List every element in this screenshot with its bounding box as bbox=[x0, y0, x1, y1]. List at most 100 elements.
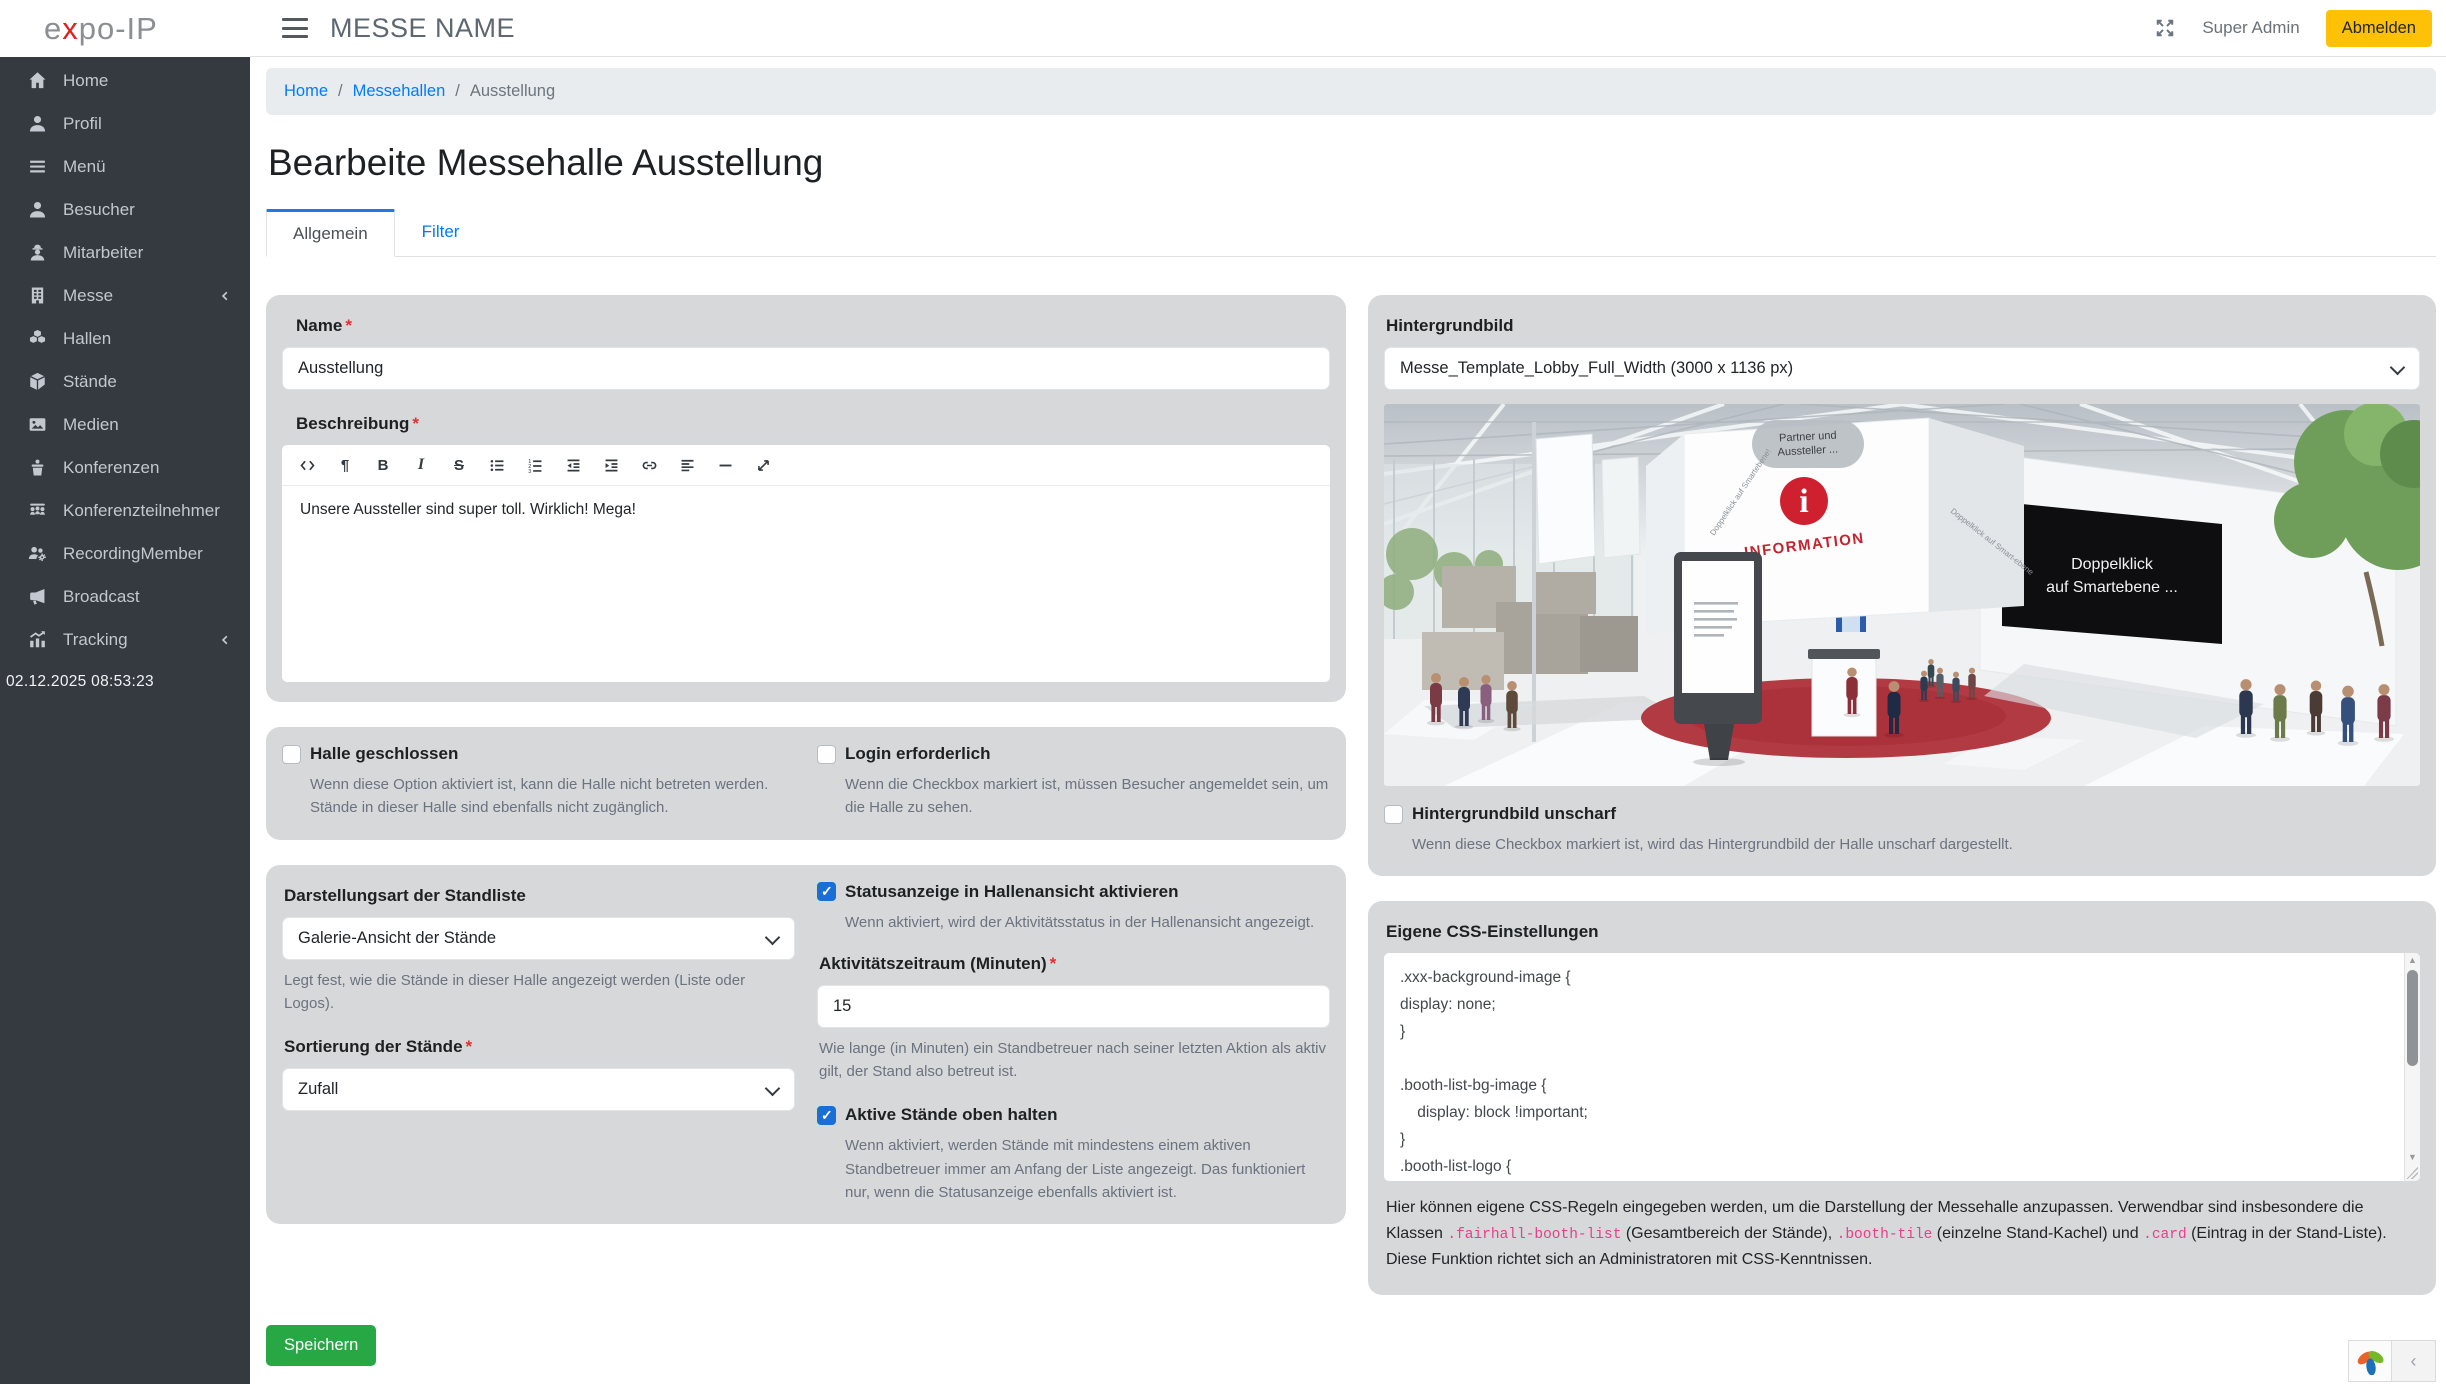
app-root: expo-IP Home Profil Menü Besucher Mitarb… bbox=[0, 0, 2446, 1384]
cube-icon bbox=[27, 371, 48, 392]
sidebar-item-staende[interactable]: Stände bbox=[0, 360, 250, 403]
align-left-icon[interactable] bbox=[672, 452, 702, 478]
fullscreen-icon[interactable] bbox=[2154, 17, 2176, 39]
worker-icon bbox=[27, 242, 48, 263]
chat-widget-button[interactable] bbox=[2348, 1340, 2392, 1382]
sidebar-item-profil[interactable]: Profil bbox=[0, 102, 250, 145]
statusanzeige-help: Wenn aktiviert, wird der Aktivitätsstatu… bbox=[845, 911, 1330, 934]
chat-widget-collapse-button[interactable]: ‹ bbox=[2392, 1340, 2436, 1382]
sidebar-item-messe[interactable]: Messe bbox=[0, 274, 250, 317]
tab-filter[interactable]: Filter bbox=[395, 209, 487, 256]
svg-text:i: i bbox=[1799, 483, 1808, 520]
code-fairhall-booth-list: .fairhall-booth-list bbox=[1447, 1227, 1621, 1243]
statusanzeige-checkbox[interactable]: Statusanzeige in Hallenansicht aktiviere… bbox=[817, 882, 1330, 902]
required-asterisk: * bbox=[345, 316, 352, 335]
brand-logo[interactable]: expo-IP bbox=[0, 0, 250, 57]
scroll-down-icon[interactable]: ▼ bbox=[2405, 1150, 2420, 1165]
italic-icon[interactable]: I bbox=[406, 452, 436, 478]
sidebar-item-besucher[interactable]: Besucher bbox=[0, 188, 250, 231]
sidebar-nav: Home Profil Menü Besucher Mitarbeiter Me… bbox=[0, 57, 250, 661]
unscharf-checkbox[interactable]: Hintergrundbild unscharf bbox=[1384, 804, 2420, 824]
svg-text:Doppelklick: Doppelklick bbox=[2071, 556, 2154, 573]
bold-icon[interactable]: B bbox=[368, 452, 398, 478]
strikethrough-icon[interactable]: S bbox=[444, 452, 474, 478]
editor-toolbar: ¶ B I S 123 bbox=[282, 445, 1330, 486]
sidebar: expo-IP Home Profil Menü Besucher Mitarb… bbox=[0, 0, 250, 1384]
sidebar-item-konferenzen[interactable]: Konferenzen bbox=[0, 446, 250, 489]
breadcrumb-home[interactable]: Home bbox=[284, 82, 328, 101]
checkbox-unchecked[interactable] bbox=[282, 745, 301, 764]
sortierung-label: Sortierung der Stände* bbox=[284, 1037, 795, 1057]
user-role-label: Super Admin bbox=[2202, 18, 2299, 38]
svg-text:3: 3 bbox=[528, 469, 531, 474]
hintergrundbild-label: Hintergrundbild bbox=[1386, 316, 2420, 336]
app-title: MESSE NAME bbox=[330, 13, 515, 44]
sortierung-select[interactable] bbox=[282, 1068, 795, 1111]
aktivitaetszeitraum-input[interactable] bbox=[817, 985, 1330, 1028]
unordered-list-icon[interactable] bbox=[482, 452, 512, 478]
chat-widget: ‹ bbox=[2348, 1340, 2436, 1382]
user-icon bbox=[27, 113, 48, 134]
scrollbar[interactable]: ▲ ▼ bbox=[2404, 953, 2420, 1181]
indent-icon[interactable] bbox=[596, 452, 626, 478]
card-hintergrundbild: Hintergrundbild bbox=[1368, 295, 2436, 876]
smartscreen bbox=[2002, 502, 2222, 644]
chart-icon bbox=[27, 629, 48, 650]
hintergrundbild-select[interactable] bbox=[1384, 347, 2420, 390]
halle-geschlossen-help: Wenn diese Option aktiviert ist, kann di… bbox=[310, 773, 795, 820]
checkbox-unchecked[interactable] bbox=[1384, 805, 1403, 824]
login-erforderlich-checkbox[interactable]: Login erforderlich bbox=[817, 744, 1330, 764]
bars-icon bbox=[27, 156, 48, 177]
hamburger-menu-icon[interactable] bbox=[282, 18, 308, 38]
hintergrundbild-preview-image: Doppelklick auf Smartebene ... Partner u… bbox=[1384, 404, 2420, 786]
horizontal-rule-icon[interactable] bbox=[710, 452, 740, 478]
boxes-icon bbox=[27, 328, 48, 349]
megaphone-icon bbox=[27, 586, 48, 607]
tab-allgemein[interactable]: Allgemein bbox=[266, 209, 395, 257]
sidebar-item-hallen[interactable]: Hallen bbox=[0, 317, 250, 360]
butterfly-logo-icon bbox=[2356, 1347, 2384, 1375]
chevron-left-icon bbox=[218, 633, 232, 647]
image-icon bbox=[27, 414, 48, 435]
sidebar-item-recordingmember[interactable]: RecordingMember bbox=[0, 532, 250, 575]
brand-x: x bbox=[62, 11, 79, 46]
css-label: Eigene CSS-Einstellungen bbox=[1386, 922, 2420, 942]
darstellungsart-select[interactable] bbox=[282, 917, 795, 960]
fullscreen-icon[interactable] bbox=[748, 452, 778, 478]
breadcrumb-messehallen[interactable]: Messehallen bbox=[353, 82, 446, 101]
name-input[interactable] bbox=[282, 347, 1330, 390]
chevron-left-icon bbox=[218, 289, 232, 303]
main-content: Home / Messehallen / Ausstellung Bearbei… bbox=[250, 58, 2446, 1384]
ordered-list-icon[interactable]: 123 bbox=[520, 452, 550, 478]
sidebar-item-menu[interactable]: Menü bbox=[0, 145, 250, 188]
link-icon[interactable] bbox=[634, 452, 664, 478]
code-icon[interactable] bbox=[292, 452, 322, 478]
outdent-icon[interactable] bbox=[558, 452, 588, 478]
card-css: Eigene CSS-Einstellungen .xxx-background… bbox=[1368, 901, 2436, 1294]
sidebar-item-konferenzteilnehmer[interactable]: Konferenzteilnehmer bbox=[0, 489, 250, 532]
tab-bar: Allgemein Filter bbox=[266, 209, 2436, 257]
beschreibung-editor-body[interactable]: Unsere Aussteller sind super toll. Wirkl… bbox=[282, 486, 1330, 682]
checkbox-unchecked[interactable] bbox=[817, 745, 836, 764]
paragraph-icon[interactable]: ¶ bbox=[330, 452, 360, 478]
save-button[interactable]: Speichern bbox=[266, 1325, 376, 1366]
checkbox-checked[interactable] bbox=[817, 882, 836, 901]
checkbox-checked[interactable] bbox=[817, 1106, 836, 1125]
sidebar-item-medien[interactable]: Medien bbox=[0, 403, 250, 446]
login-erforderlich-help: Wenn die Checkbox markiert ist, müssen B… bbox=[845, 773, 1330, 820]
sidebar-item-broadcast[interactable]: Broadcast bbox=[0, 575, 250, 618]
resize-handle-icon[interactable] bbox=[2406, 1167, 2418, 1179]
css-textarea[interactable]: .xxx-background-image { display: none; }… bbox=[1384, 953, 2420, 1181]
name-label: Name* bbox=[296, 316, 1330, 336]
sidebar-item-tracking[interactable]: Tracking bbox=[0, 618, 250, 661]
building-icon bbox=[27, 285, 48, 306]
scroll-up-icon[interactable]: ▲ bbox=[2405, 953, 2420, 968]
sidebar-item-home[interactable]: Home bbox=[0, 59, 250, 102]
breadcrumb: Home / Messehallen / Ausstellung bbox=[266, 68, 2436, 115]
halle-geschlossen-checkbox[interactable]: Halle geschlossen bbox=[282, 744, 795, 764]
scrollbar-thumb[interactable] bbox=[2407, 970, 2418, 1066]
aktive-staende-checkbox[interactable]: Aktive Stände oben halten bbox=[817, 1105, 1330, 1125]
sidebar-item-mitarbeiter[interactable]: Mitarbeiter bbox=[0, 231, 250, 274]
logout-button[interactable]: Abmelden bbox=[2326, 10, 2432, 47]
css-help-text: Hier können eigene CSS-Regeln eingegeben… bbox=[1386, 1195, 2418, 1272]
